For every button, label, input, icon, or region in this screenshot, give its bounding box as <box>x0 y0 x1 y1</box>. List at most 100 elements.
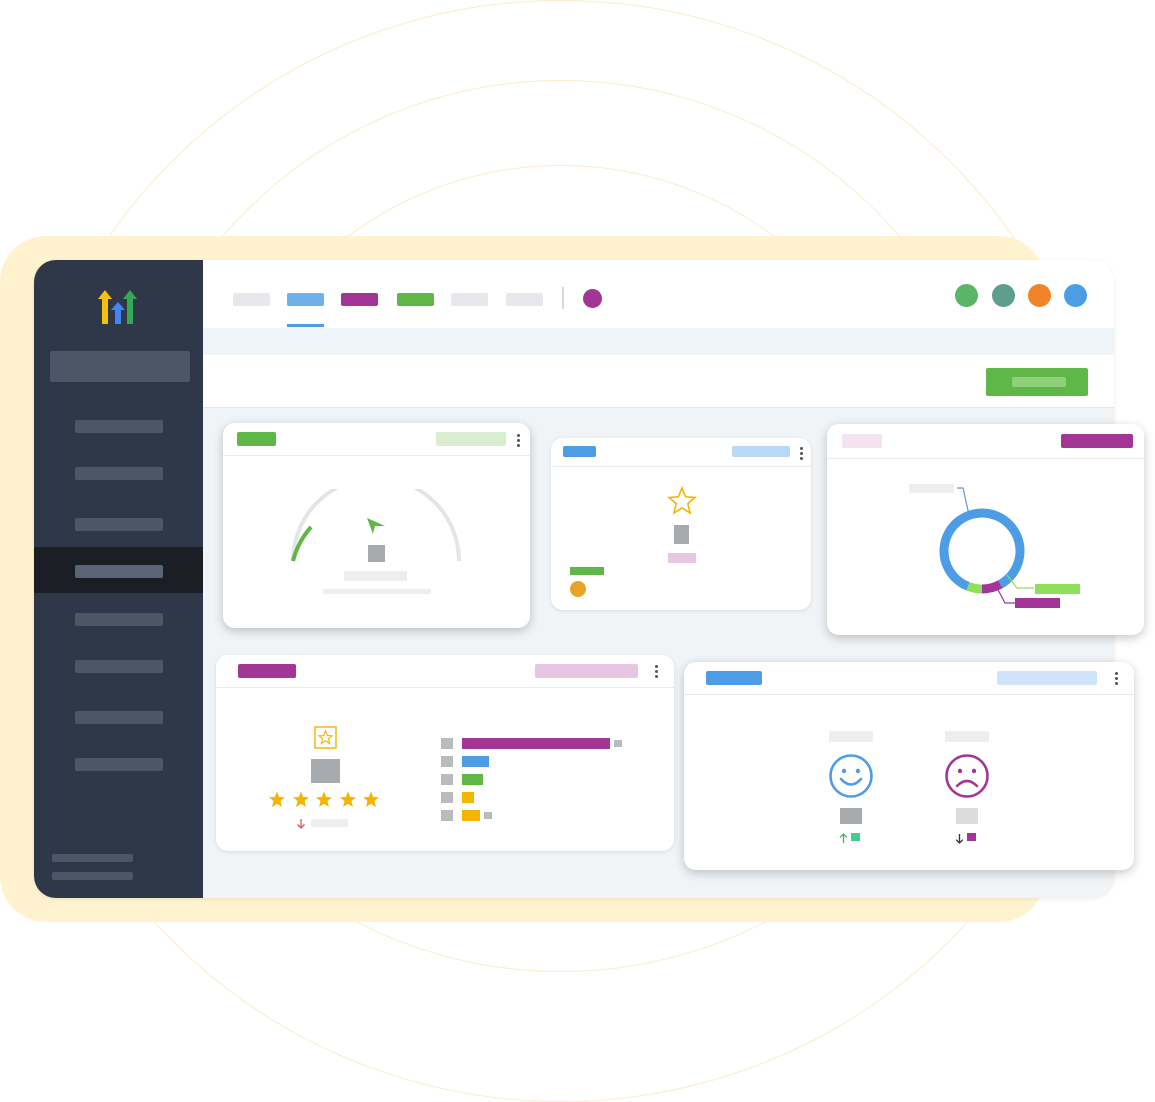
sidebar-item-5[interactable] <box>75 613 163 626</box>
sidebar-footer-line-1[interactable] <box>52 854 133 862</box>
rating-widget <box>551 438 811 610</box>
donut-callout-label-top <box>909 484 954 493</box>
top-navigation <box>203 260 1114 329</box>
positive-trend <box>851 833 860 841</box>
gauge-widget-filter[interactable] <box>436 432 506 446</box>
reviews-average-value <box>311 759 340 783</box>
avatar-1[interactable] <box>955 284 978 307</box>
sidebar-item-7[interactable] <box>75 711 163 724</box>
distribution-bar <box>462 810 480 821</box>
reviews-widget-filter[interactable] <box>535 664 638 678</box>
primary-action-button[interactable] <box>986 368 1088 396</box>
rating-stars <box>268 791 388 809</box>
gauge-widget-header <box>223 423 530 456</box>
smiley-face-icon <box>829 754 873 798</box>
rating-widget-title <box>563 446 596 457</box>
donut-callout-label-green <box>1035 584 1080 594</box>
donut-widget <box>827 424 1144 635</box>
arrow-down-icon <box>296 817 306 835</box>
rating-widget-filter[interactable] <box>732 446 790 457</box>
distribution-bar <box>462 792 474 803</box>
distribution-bar <box>462 738 610 749</box>
distribution-row-label <box>441 792 453 803</box>
sidebar-item-3[interactable] <box>75 518 163 531</box>
tab-2[interactable] <box>287 293 324 306</box>
sidebar-item-1[interactable] <box>75 420 163 433</box>
rating-legend-bar <box>570 567 604 575</box>
gauge-value <box>368 545 385 562</box>
tab-3[interactable] <box>341 293 378 306</box>
distribution-row-label <box>441 774 453 785</box>
distribution-row-label <box>441 738 453 749</box>
toolbar <box>203 355 1114 408</box>
sub-header <box>203 328 1114 355</box>
donut-segment-3 <box>966 582 983 594</box>
donut-widget-header <box>827 424 1144 459</box>
donut-callout-label-purple <box>1015 598 1060 608</box>
reviews-widget <box>216 655 674 851</box>
pointer-arrow-icon <box>367 518 385 534</box>
negative-value <box>956 808 978 824</box>
reviews-widget-title <box>238 664 296 678</box>
rating-value <box>674 525 689 544</box>
distribution-bar <box>462 756 489 767</box>
distribution-row-label <box>441 756 453 767</box>
rating-widget-header <box>551 438 811 467</box>
avatar-4[interactable] <box>1064 284 1087 307</box>
more-vertical-icon[interactable] <box>1115 672 1118 687</box>
reviews-widget-header <box>216 655 674 688</box>
reviews-trend-label <box>311 819 348 827</box>
filled-star-icon <box>316 791 332 807</box>
more-vertical-icon[interactable] <box>655 665 658 680</box>
sidebar-footer-line-2[interactable] <box>52 872 133 880</box>
donut-segment-1 <box>939 508 1025 591</box>
more-vertical-icon[interactable] <box>800 447 803 462</box>
star-box-icon <box>314 726 337 749</box>
gauge-label <box>344 571 407 581</box>
filled-star-icon <box>363 791 379 807</box>
arrow-up-icon <box>839 831 848 849</box>
logo-icon <box>96 288 140 326</box>
active-tab-underline <box>287 324 324 327</box>
star-outline-icon <box>667 486 697 515</box>
rating-label <box>668 553 696 563</box>
sidebar-item-6[interactable] <box>75 660 163 673</box>
distribution-bar <box>462 774 483 785</box>
rating-legend-dot <box>570 581 586 597</box>
more-vertical-icon[interactable] <box>517 434 520 449</box>
sentiment-widget-filter[interactable] <box>997 671 1097 685</box>
tab-4[interactable] <box>397 293 434 306</box>
sidebar-item-2[interactable] <box>75 467 163 480</box>
sentiment-widget <box>684 662 1134 870</box>
tab-5[interactable] <box>451 293 488 306</box>
arrow-down-icon <box>955 831 964 849</box>
location-switcher[interactable] <box>50 351 190 382</box>
status-dot[interactable] <box>583 289 602 308</box>
distribution-count <box>614 740 622 747</box>
tab-divider <box>562 287 564 309</box>
avatar-3[interactable] <box>1028 284 1051 307</box>
sentiment-widget-title <box>706 671 762 685</box>
distribution-count <box>484 812 492 819</box>
filled-star-icon <box>292 791 309 807</box>
gauge-sublabel <box>323 589 431 594</box>
donut-widget-filter[interactable] <box>1061 434 1133 448</box>
donut-widget-title <box>842 434 882 448</box>
tab-1[interactable] <box>233 293 270 306</box>
sidebar <box>34 260 203 898</box>
sad-face-icon <box>945 754 989 798</box>
negative-label <box>945 731 989 742</box>
sidebar-item-4-active[interactable] <box>75 565 163 578</box>
filled-star-icon <box>339 791 356 807</box>
distribution-row-label <box>441 810 453 821</box>
tab-6[interactable] <box>506 293 543 306</box>
primary-action-label <box>1012 377 1066 387</box>
negative-trend <box>967 833 976 841</box>
positive-value <box>840 808 862 824</box>
avatar-2[interactable] <box>992 284 1015 307</box>
filled-star-icon <box>269 791 285 807</box>
sentiment-widget-header <box>684 662 1134 695</box>
donut-chart <box>909 484 1080 608</box>
gauge-widget-title <box>237 432 276 446</box>
sidebar-item-8[interactable] <box>75 758 163 771</box>
